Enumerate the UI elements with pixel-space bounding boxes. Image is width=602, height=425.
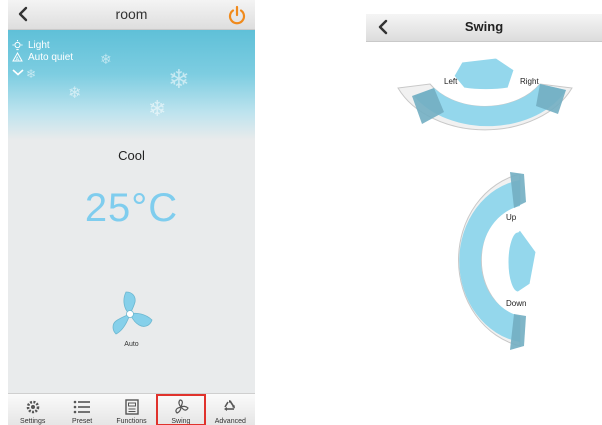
- right-label: Right: [520, 77, 539, 86]
- down-label: Down: [506, 299, 526, 308]
- tab-advanced[interactable]: Advanced: [206, 394, 255, 425]
- snowflake-icon: ❄: [100, 51, 112, 67]
- tab-swing[interactable]: Swing: [156, 394, 206, 425]
- tab-label: Preset: [71, 418, 93, 425]
- mode-label: Cool: [118, 148, 145, 163]
- power-button[interactable]: [225, 3, 249, 27]
- page-title: Swing: [464, 19, 504, 34]
- gear-icon: [24, 398, 42, 416]
- status-label: Auto quiet: [28, 52, 74, 63]
- back-button[interactable]: [372, 16, 394, 38]
- vertical-swing-pointer: [507, 229, 537, 293]
- room-screen: room ❄ ❄ ❄ ❄ ❄ Light A Auto quiet Cool 2…: [8, 0, 255, 425]
- tab-label: Swing: [171, 418, 191, 425]
- snowflake-icon: ❄: [168, 64, 190, 94]
- chevron-left-icon: [18, 6, 28, 22]
- power-icon: [228, 5, 246, 25]
- page-title: room: [115, 6, 148, 22]
- snowflake-icon: ❄: [68, 85, 82, 102]
- list-icon: [73, 398, 91, 416]
- light-bulb-icon: [12, 40, 23, 51]
- tab-label: Advanced: [214, 418, 246, 425]
- fan-icon: [112, 291, 153, 335]
- fan-speed-label: Auto: [124, 341, 139, 348]
- snowflake-icon: ❄: [26, 67, 37, 81]
- tab-settings[interactable]: Settings: [8, 394, 57, 425]
- tab-functions[interactable]: Functions: [107, 394, 156, 425]
- tab-label: Functions: [116, 418, 147, 425]
- header-bar: room: [8, 0, 255, 30]
- vertical-swing-control[interactable]: Up Down: [440, 168, 550, 354]
- expand-button[interactable]: [12, 63, 24, 81]
- recycle-icon: [221, 398, 239, 416]
- tab-preset[interactable]: Preset: [57, 394, 106, 425]
- status-label: Light: [28, 40, 50, 51]
- swing-fan-icon: [172, 398, 190, 416]
- up-label: Up: [506, 213, 517, 222]
- temperature-display: 25°C: [84, 186, 179, 230]
- document-icon: [123, 398, 141, 416]
- header-bar: Swing: [366, 14, 602, 42]
- weather-banner: ❄ ❄ ❄ ❄ ❄ Light A Auto quiet: [8, 30, 255, 140]
- chevron-left-icon: [378, 19, 388, 35]
- horizontal-swing-pointer: [453, 57, 515, 91]
- status-row-light: Light: [12, 40, 50, 51]
- fan-speed-button[interactable]: [104, 288, 156, 340]
- back-button[interactable]: [12, 3, 34, 25]
- snowflake-icon: ❄: [148, 96, 167, 121]
- auto-quiet-icon: A: [12, 52, 23, 63]
- horizontal-swing-control[interactable]: Left Right: [390, 54, 580, 160]
- status-row-auto-quiet: A Auto quiet: [12, 52, 73, 63]
- tab-label: Settings: [20, 418, 46, 425]
- bottom-tab-bar: Settings Preset Functions Swing Advanced: [8, 393, 255, 425]
- left-label: Left: [444, 77, 458, 86]
- chevron-down-icon: [12, 69, 24, 76]
- swing-screen: Swing Left Right Up Down: [366, 0, 602, 425]
